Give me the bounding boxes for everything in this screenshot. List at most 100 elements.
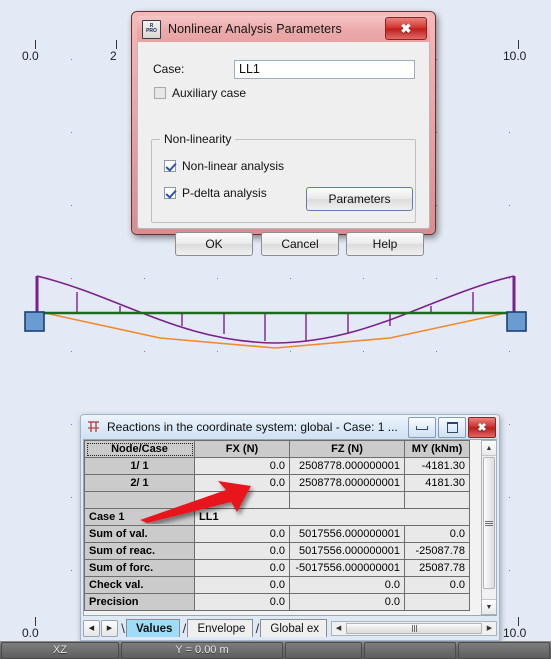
table-row[interactable]: 1/ 1 0.0 2508778.000000001 -4181.30 <box>84 457 470 475</box>
cell-my: 25087.78 <box>404 559 470 577</box>
col-fz[interactable]: FZ (N) <box>289 440 405 458</box>
tab-global-extremes[interactable]: Global ex <box>260 619 328 637</box>
cell-fx: 0.0 <box>194 457 290 475</box>
hscroll-right-icon[interactable]: ▶ <box>483 622 496 635</box>
auxiliary-case-label: Auxiliary case <box>172 86 247 100</box>
status-spacer <box>285 641 362 659</box>
auxiliary-case-checkbox[interactable]: Auxiliary case <box>154 86 246 100</box>
cell-my: 0.0 <box>404 576 470 594</box>
axis-tick-top-0 <box>35 40 36 49</box>
cell-fz: 5017556.000000001 <box>289 525 405 543</box>
table-row[interactable]: Precision 0.0 0.0 <box>84 593 470 611</box>
close-icon[interactable]: ✖ <box>468 417 496 438</box>
cell-case-name: LL1 <box>194 508 470 526</box>
table-row[interactable] <box>84 491 470 509</box>
cell-fx: 0.0 <box>194 559 290 577</box>
maximize-icon[interactable] <box>438 417 466 438</box>
tab-next-button[interactable]: ▶ <box>101 619 118 637</box>
nonlinear-analysis-checkbox[interactable]: Non-linear analysis <box>164 159 284 173</box>
cell-fz: 2508778.000000001 <box>289 474 405 492</box>
dialog-body: Case: LL1 Auxiliary case Non-linearity N… <box>137 42 430 256</box>
table-header-row: Node/Case FX (N) FZ (N) MY (kNm) <box>84 440 470 458</box>
robot-pro-icon: R PRO <box>142 19 161 39</box>
results-grid[interactable]: Node/Case FX (N) FZ (N) MY (kNm) 1/ 1 0.… <box>83 439 497 616</box>
status-extra-1[interactable] <box>364 641 456 659</box>
tab-envelope[interactable]: Envelope <box>187 619 254 637</box>
ok-button[interactable]: OK <box>175 232 253 256</box>
col-my[interactable]: MY (kNm) <box>404 440 470 458</box>
group-legend: Non-linearity <box>160 132 236 146</box>
results-window-title: Reactions in the coordinate system: glob… <box>107 420 398 434</box>
status-view-plane[interactable]: XZ <box>1 641 119 659</box>
table-row[interactable]: Case 1 LL1 <box>84 508 470 526</box>
support-node-1 <box>24 311 45 332</box>
support-node-2 <box>506 311 527 332</box>
checkbox-icon <box>164 160 176 172</box>
cell-fz: 5017556.000000001 <box>289 542 405 560</box>
cell-fz <box>289 491 405 509</box>
grip-icon <box>485 520 493 526</box>
pdelta-analysis-checkbox[interactable]: P-delta analysis <box>164 186 267 200</box>
cell-my <box>404 593 470 611</box>
cell-my: -25087.78 <box>404 542 470 560</box>
table-row[interactable]: Sum of val. 0.0 5017556.000000001 0.0 <box>84 525 470 543</box>
axis-label-top-10: 10.0 <box>503 49 527 63</box>
row-header: 2/ 1 <box>84 474 195 492</box>
axis-tick-top-10 <box>518 40 519 49</box>
structure-drawing <box>24 275 527 349</box>
dialog-title: Nonlinear Analysis Parameters <box>168 22 342 36</box>
parameters-button[interactable]: Parameters <box>306 187 413 211</box>
sheet-tabstrip: ◀ ▶ \ Values / Envelope / Global ex ◀ ▶ <box>83 618 497 638</box>
hscroll-thumb[interactable] <box>346 622 482 634</box>
minimize-icon[interactable] <box>408 417 436 438</box>
cell-fx: 0.0 <box>194 525 290 543</box>
status-extra-2[interactable] <box>458 641 550 659</box>
scroll-down-icon[interactable]: ▼ <box>482 599 496 614</box>
col-node-case[interactable]: Node/Case <box>84 440 195 458</box>
row-header <box>84 491 195 509</box>
cell-fx: 0.0 <box>194 542 290 560</box>
cell-my: 4181.30 <box>404 474 470 492</box>
results-titlebar[interactable]: Reactions in the coordinate system: glob… <box>81 415 499 439</box>
horizontal-scrollbar[interactable]: ◀ ▶ <box>331 620 497 636</box>
cell-my: -4181.30 <box>404 457 470 475</box>
dialog-titlebar[interactable]: R PRO Nonlinear Analysis Parameters ✖ <box>137 16 430 42</box>
status-coordinate[interactable]: Y = 0.00 m <box>121 641 283 659</box>
checkbox-icon <box>154 87 166 99</box>
tab-values[interactable]: Values <box>126 619 181 637</box>
axis-label-top-0: 0.0 <box>22 49 39 63</box>
status-bar: XZ Y = 0.00 m <box>0 641 551 659</box>
grip-icon <box>411 624 417 632</box>
cell-fz: 0.0 <box>289 576 405 594</box>
col-fx[interactable]: FX (N) <box>194 440 290 458</box>
tab-prev-button[interactable]: ◀ <box>83 619 100 637</box>
table-row[interactable]: Check val. 0.0 0.0 0.0 <box>84 576 470 594</box>
case-label: Case: <box>153 62 185 76</box>
nonlinear-analysis-parameters-dialog[interactable]: R PRO Nonlinear Analysis Parameters ✖ Cas… <box>131 11 436 256</box>
nonlinear-analysis-label: Non-linear analysis <box>182 159 285 173</box>
help-button[interactable]: Help <box>346 232 424 256</box>
table-row[interactable]: Sum of reac. 0.0 5017556.000000001 -2508… <box>84 542 470 560</box>
cell-fz: -5017556.000000001 <box>289 559 405 577</box>
hscroll-left-icon[interactable]: ◀ <box>332 622 345 635</box>
cancel-button[interactable]: Cancel <box>261 232 339 256</box>
axis-tick-bottom-0 <box>35 617 36 626</box>
cable-curve <box>36 275 515 344</box>
row-header: Sum of val. <box>84 525 195 543</box>
cell-my: 0.0 <box>404 525 470 543</box>
case-input[interactable]: LL1 <box>234 59 415 79</box>
table-row[interactable]: Sum of forc. 0.0 -5017556.000000001 2508… <box>84 559 470 577</box>
axis-label-top-2: 2 <box>110 49 117 63</box>
row-header: Sum of forc. <box>84 559 195 577</box>
reactions-results-window[interactable]: Reactions in the coordinate system: glob… <box>80 414 500 641</box>
axis-tick-top-2 <box>116 40 117 49</box>
row-header: Case 1 <box>84 508 195 526</box>
row-header: Precision <box>84 593 195 611</box>
scroll-up-icon[interactable]: ▲ <box>482 441 496 456</box>
reactions-table: Node/Case FX (N) FZ (N) MY (kNm) 1/ 1 0.… <box>84 440 470 611</box>
close-icon[interactable]: ✖ <box>385 17 427 40</box>
vertical-scrollbar[interactable]: ▲ ▼ <box>481 440 497 615</box>
scroll-thumb[interactable] <box>483 457 495 589</box>
axis-label-bottom-10: 10.0 <box>503 626 527 640</box>
table-row[interactable]: 2/ 1 0.0 2508778.000000001 4181.30 <box>84 474 470 492</box>
